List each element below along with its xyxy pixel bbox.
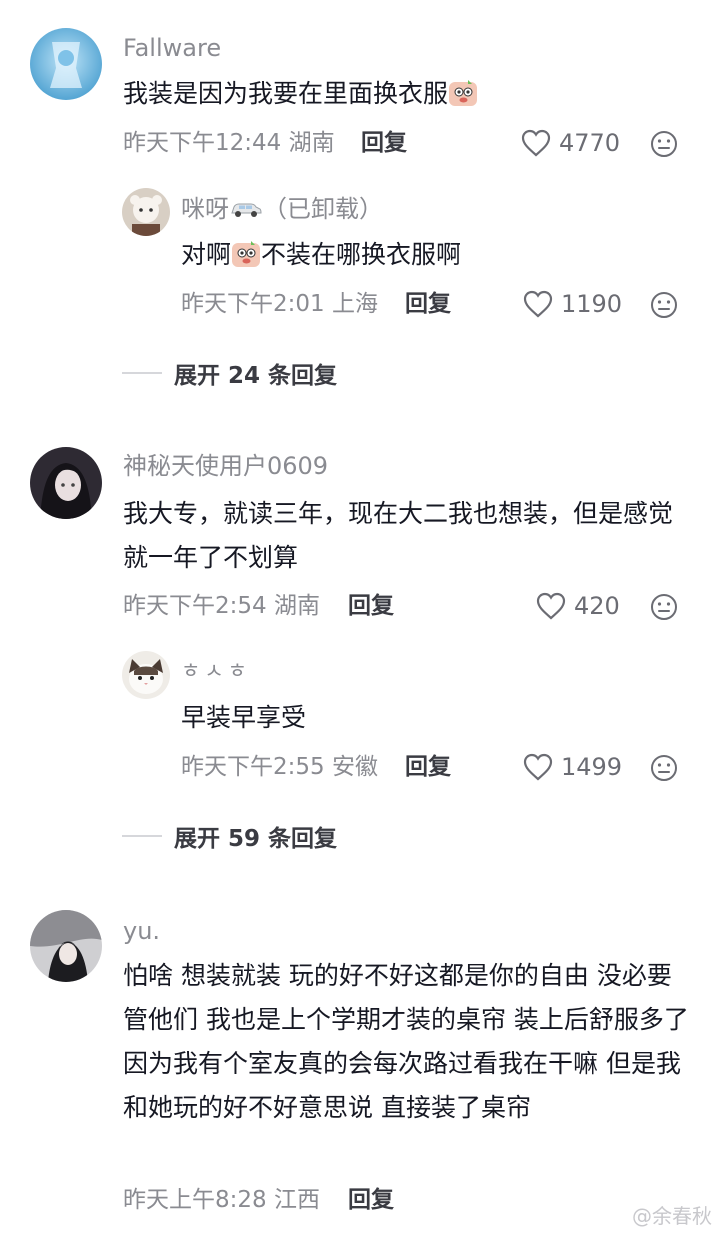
watermark: @余春秋	[632, 1204, 712, 1228]
reply-meta: 昨天下午2:01 上海	[181, 291, 378, 317]
blushing-face-emoji-icon	[232, 241, 261, 267]
car-icon	[231, 203, 262, 217]
reply-avatar[interactable]	[122, 188, 170, 236]
heart-icon	[523, 753, 553, 781]
blushing-face-emoji-icon	[449, 80, 478, 106]
avatar[interactable]	[30, 447, 102, 519]
expand-replies-button[interactable]: 展开 59 条回复	[122, 819, 337, 853]
dislike-button[interactable]	[650, 754, 678, 782]
divider	[122, 835, 162, 837]
like-button[interactable]: 4770	[521, 129, 620, 157]
reply-button[interactable]: 回复	[405, 293, 451, 316]
heart-icon	[536, 592, 566, 620]
reply-meta: 昨天下午2:55 安徽	[181, 754, 378, 780]
avatar[interactable]	[30, 910, 102, 982]
expand-replies-button[interactable]: 展开 24 条回复	[122, 356, 337, 390]
reply-username[interactable]: ㅎㅅㅎ	[181, 661, 251, 682]
reply-button[interactable]: 回复	[361, 132, 407, 155]
username[interactable]: 神秘天使用户0609	[123, 454, 328, 478]
username[interactable]: Fallware	[123, 36, 221, 60]
reply-avatar[interactable]	[122, 651, 170, 699]
meh-face-icon	[651, 594, 677, 620]
comment-meta: 昨天下午2:54 湖南	[123, 593, 320, 619]
like-button[interactable]: 420	[536, 592, 620, 620]
like-button[interactable]: 1499	[523, 753, 622, 781]
comment-text: 我装是因为我要在里面换衣服	[123, 72, 683, 116]
like-count: 1499	[561, 753, 623, 781]
avatar[interactable]	[30, 28, 102, 100]
divider	[122, 372, 162, 374]
comment-text: 我大专，就读三年，现在大二我也想装，但是感觉就一年了不划算	[123, 499, 674, 572]
like-count: 420	[574, 592, 620, 620]
reply-username[interactable]: 咪呀 （已卸载）	[181, 197, 383, 221]
dislike-button[interactable]	[650, 130, 678, 158]
reply-button[interactable]: 回复	[348, 1189, 394, 1212]
meh-face-icon	[651, 131, 677, 157]
like-count: 1190	[561, 290, 623, 318]
username[interactable]: yu.	[123, 919, 160, 943]
heart-icon	[523, 290, 553, 318]
meh-face-icon	[651, 755, 677, 781]
comment-text: 怕啥 想装就装 玩的好不好这都是你的自由 没必要管他们 我也是上个学期才装的桌帘…	[123, 961, 689, 1122]
reply-text: 早装早享受	[181, 703, 307, 732]
comment-meta: 昨天上午8:28 江西	[123, 1187, 320, 1213]
dislike-button[interactable]	[650, 291, 678, 319]
reply-button[interactable]: 回复	[405, 756, 451, 779]
like-count: 4770	[559, 129, 621, 157]
dislike-button[interactable]	[650, 593, 678, 621]
heart-icon	[521, 129, 551, 157]
reply-text: 对啊 不装在哪换衣服啊	[181, 240, 462, 269]
comment-meta: 昨天下午12:44 湖南	[123, 130, 335, 156]
meh-face-icon	[651, 292, 677, 318]
like-button[interactable]: 1190	[523, 290, 622, 318]
reply-button[interactable]: 回复	[348, 595, 394, 618]
